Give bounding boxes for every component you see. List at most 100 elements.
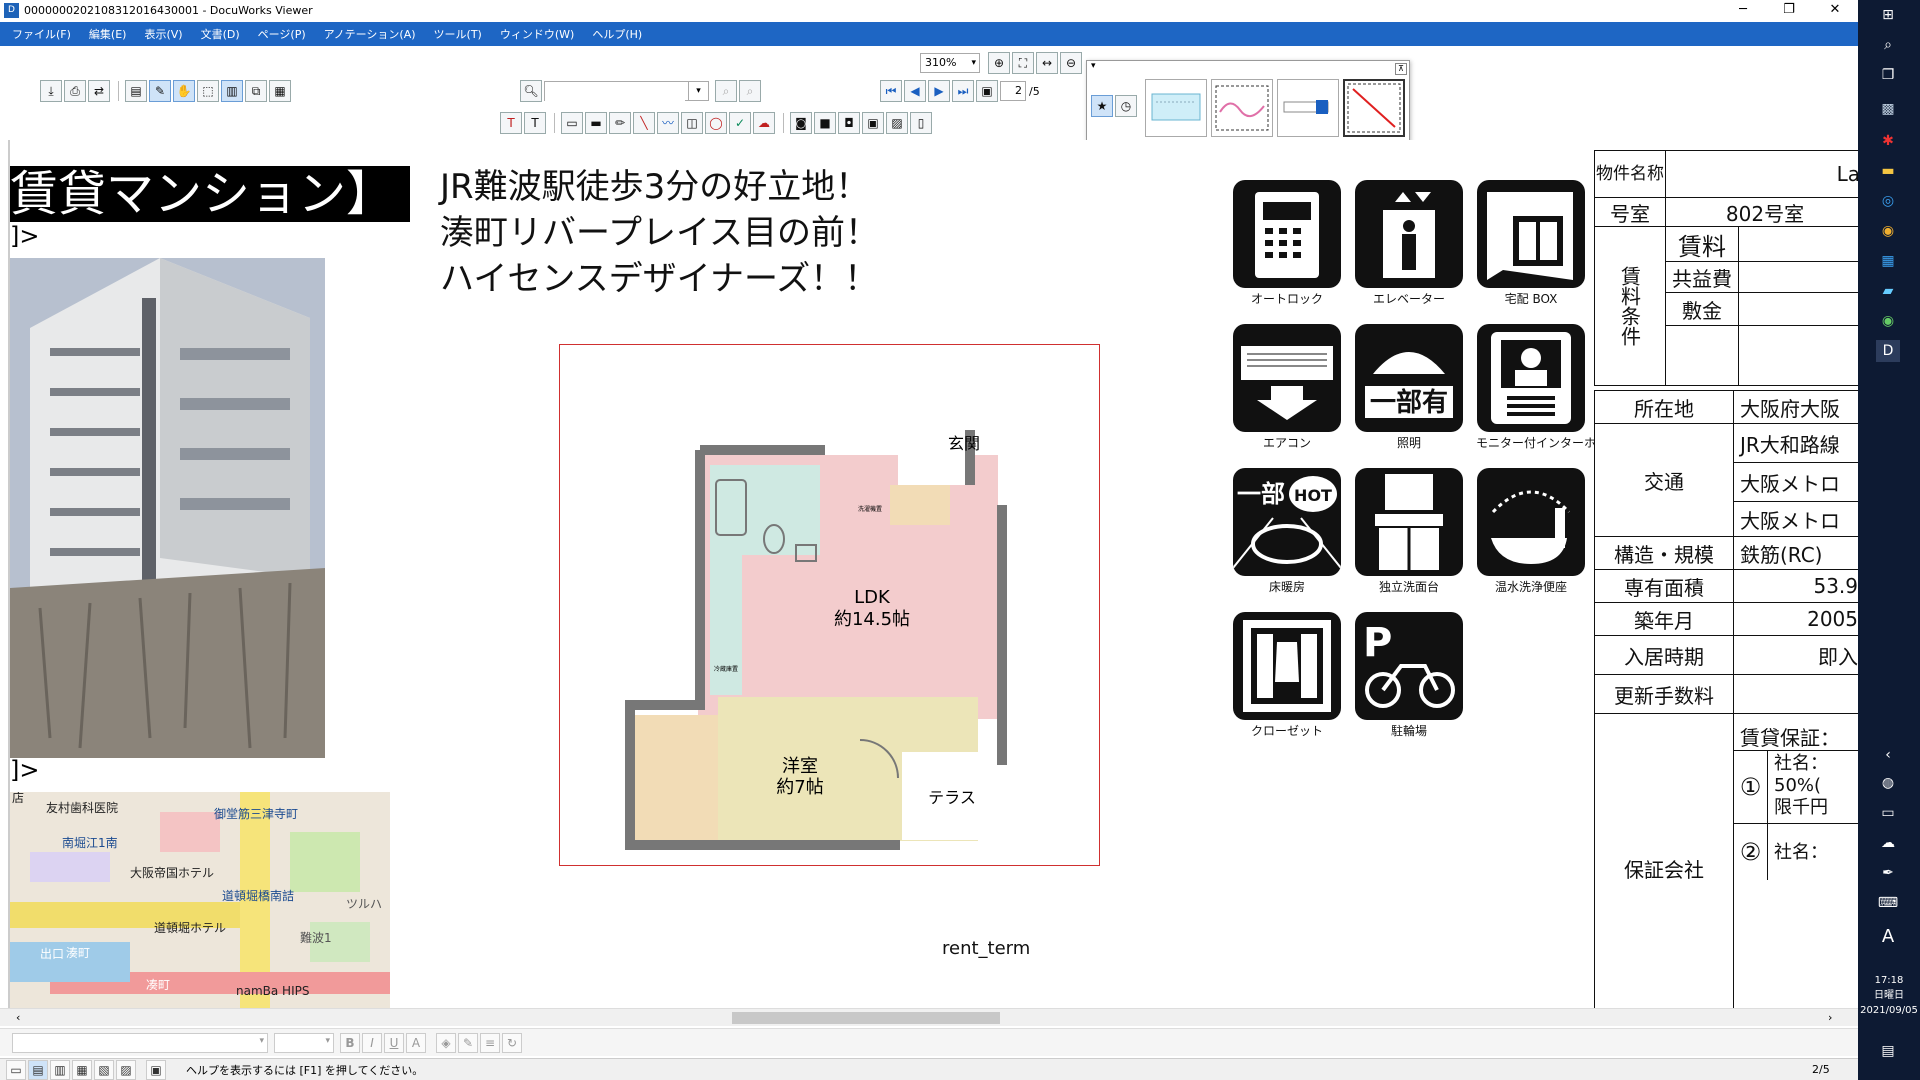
date-icon[interactable]: ◘ [838,112,860,134]
edge-icon[interactable]: ◎ [1876,190,1900,212]
first-page-icon[interactable]: ⏮ [880,80,902,102]
view-two-page-icon[interactable]: ▥ [50,1059,70,1080]
date-stamp-icon[interactable]: ◙ [790,112,812,134]
view-annotation-icon[interactable]: ▣ [146,1059,166,1080]
fill-color-icon[interactable]: ◈ [436,1032,456,1053]
app-icon[interactable]: ▰ [1876,280,1900,302]
close-button[interactable]: ✕ [1812,0,1858,22]
page-view-icon[interactable]: ▥ [221,80,243,102]
page-number-input[interactable]: 2 [1000,81,1026,101]
filled-rectangle-icon[interactable]: ▬ [585,112,607,134]
palette-pin-icon[interactable]: ⊼ [1395,63,1407,75]
pen-icon[interactable]: ✒ [1876,862,1900,884]
scroll-thumb[interactable] [732,1012,1000,1024]
menu-help[interactable]: ヘルプ(H) [592,26,642,42]
keyboard-icon[interactable]: ⌨ [1876,892,1900,914]
font-color-icon[interactable]: A [406,1032,426,1053]
date-text-icon[interactable]: ▣ [862,112,884,134]
menu-window[interactable]: ウィンドウ(W) [500,26,574,42]
search-icon[interactable]: 🔍︎ [520,80,542,102]
send-icon[interactable]: ⇄ [88,80,110,102]
document-view[interactable]: 賃貸マンション】 ]> ]> 友村歯科医院 御堂筋三津寺町 南堀江1南 大阪帝国… [0,140,1858,1014]
palette-highlight-tool[interactable] [1277,79,1339,137]
line-style-icon[interactable]: ≡ [480,1032,500,1053]
chrome-icon[interactable]: ◉ [1876,310,1900,332]
rotate-icon[interactable]: ↻ [502,1032,522,1053]
app-icon[interactable]: ▩ [1876,98,1900,120]
hand-tool-icon[interactable]: ✋ [173,80,195,102]
zoom-in-icon[interactable]: ⊕ [988,52,1010,74]
scroll-left-icon[interactable]: ‹ [16,1009,20,1027]
palette-line-tool[interactable] [1343,79,1405,137]
line-icon[interactable]: ╲ [633,112,655,134]
search-input[interactable] [545,85,685,103]
scroll-right-icon[interactable]: › [1828,1009,1832,1027]
folder-icon[interactable]: ▬ [1876,160,1900,182]
save-icon[interactable]: ⤓ [40,80,62,102]
freehand-icon[interactable]: 〰 [657,112,679,134]
palette-menu-icon[interactable]: ▾ [1087,61,1407,75]
rectangle-icon[interactable]: ▭ [561,112,583,134]
menu-tools[interactable]: ツール(T) [434,26,482,42]
font-size-select[interactable] [274,1032,334,1053]
underline-icon[interactable]: U [384,1032,404,1053]
page-annot-icon[interactable]: ▯ [910,112,932,134]
copy-icon[interactable]: ⧉ [245,80,267,102]
menu-annotation[interactable]: アノテーション(A) [324,26,416,42]
notification-icon[interactable]: ▤ [1876,1040,1900,1062]
history-icon[interactable]: ◷ [1115,95,1137,117]
ellipse-icon[interactable]: ◯ [705,112,727,134]
view-book-icon[interactable]: ▧ [94,1059,114,1080]
search-prev-icon[interactable]: ⌕ [715,80,737,102]
thumbnail-icon[interactable]: ▦ [269,80,291,102]
docuworks-icon[interactable]: D [1876,340,1900,362]
task-view-icon[interactable]: ❐ [1876,64,1900,86]
search-icon[interactable]: ⌕ [1876,34,1900,56]
start-icon[interactable]: ⊞ [1876,4,1900,26]
search-next-icon[interactable]: ⌕ [739,80,761,102]
view-single-icon[interactable]: ▭ [6,1059,26,1080]
app-icon[interactable]: ▦ [1876,250,1900,272]
search-dropdown-icon[interactable]: ▾ [688,82,708,100]
goto-page-icon[interactable]: ▣ [976,80,998,102]
network-icon[interactable]: ☁ [1876,832,1900,854]
last-page-icon[interactable]: ⏭ [952,80,974,102]
marker-icon[interactable]: ✏ [609,112,631,134]
menu-edit[interactable]: 編集(E) [89,26,127,42]
ime-indicator[interactable]: A [1876,926,1900,948]
prev-page-icon[interactable]: ◀ [904,80,926,102]
menu-file[interactable]: ファイル(F) [12,26,71,42]
zoom-out-icon[interactable]: ⊖ [1060,52,1082,74]
taskbar-clock[interactable]: 17:18 日曜日 2021/09/05 [1858,973,1920,1018]
check-icon[interactable]: ✓ [729,112,751,134]
font-family-select[interactable] [12,1032,268,1053]
line-color-icon[interactable]: ✎ [458,1032,478,1053]
stamp-icon[interactable]: ◫ [681,112,703,134]
palette-freehand-tool[interactable] [1211,79,1273,137]
text-box-icon[interactable]: T [524,112,546,134]
bold-icon[interactable]: B [340,1032,360,1053]
app-icon[interactable]: ✱ [1876,130,1900,152]
tray-icon[interactable]: ◍ [1876,772,1900,794]
cloud-icon[interactable]: ☁ [753,112,775,134]
view-grid-icon[interactable]: ▦ [72,1059,92,1080]
view-thumbnail-icon[interactable]: ▨ [116,1059,136,1080]
minimize-button[interactable]: ─ [1720,0,1766,22]
fit-width-icon[interactable]: ↔ [1036,52,1058,74]
chrome-icon[interactable]: ◉ [1876,220,1900,242]
annotation-mode-icon[interactable]: ✎ [149,80,171,102]
menu-page[interactable]: ページ(P) [258,26,306,42]
app-icon[interactable]: D [4,3,19,18]
horizontal-scrollbar[interactable]: ‹ › [0,1008,1858,1026]
text-annotation-icon[interactable]: T [500,112,522,134]
black-stamp-icon[interactable]: ■ [814,112,836,134]
zoom-select[interactable]: 310% [920,53,980,73]
italic-icon[interactable]: I [362,1032,382,1053]
menu-view[interactable]: 表示(V) [144,26,182,42]
menu-document[interactable]: 文書(D) [201,26,240,42]
fit-page-icon[interactable]: ⛶ [1012,52,1034,74]
chevron-left-icon[interactable]: ‹ [1876,744,1900,766]
view-continuous-icon[interactable]: ▤ [28,1059,48,1080]
favorite-icon[interactable]: ★ [1091,95,1113,117]
properties-icon[interactable]: ▤ [125,80,147,102]
